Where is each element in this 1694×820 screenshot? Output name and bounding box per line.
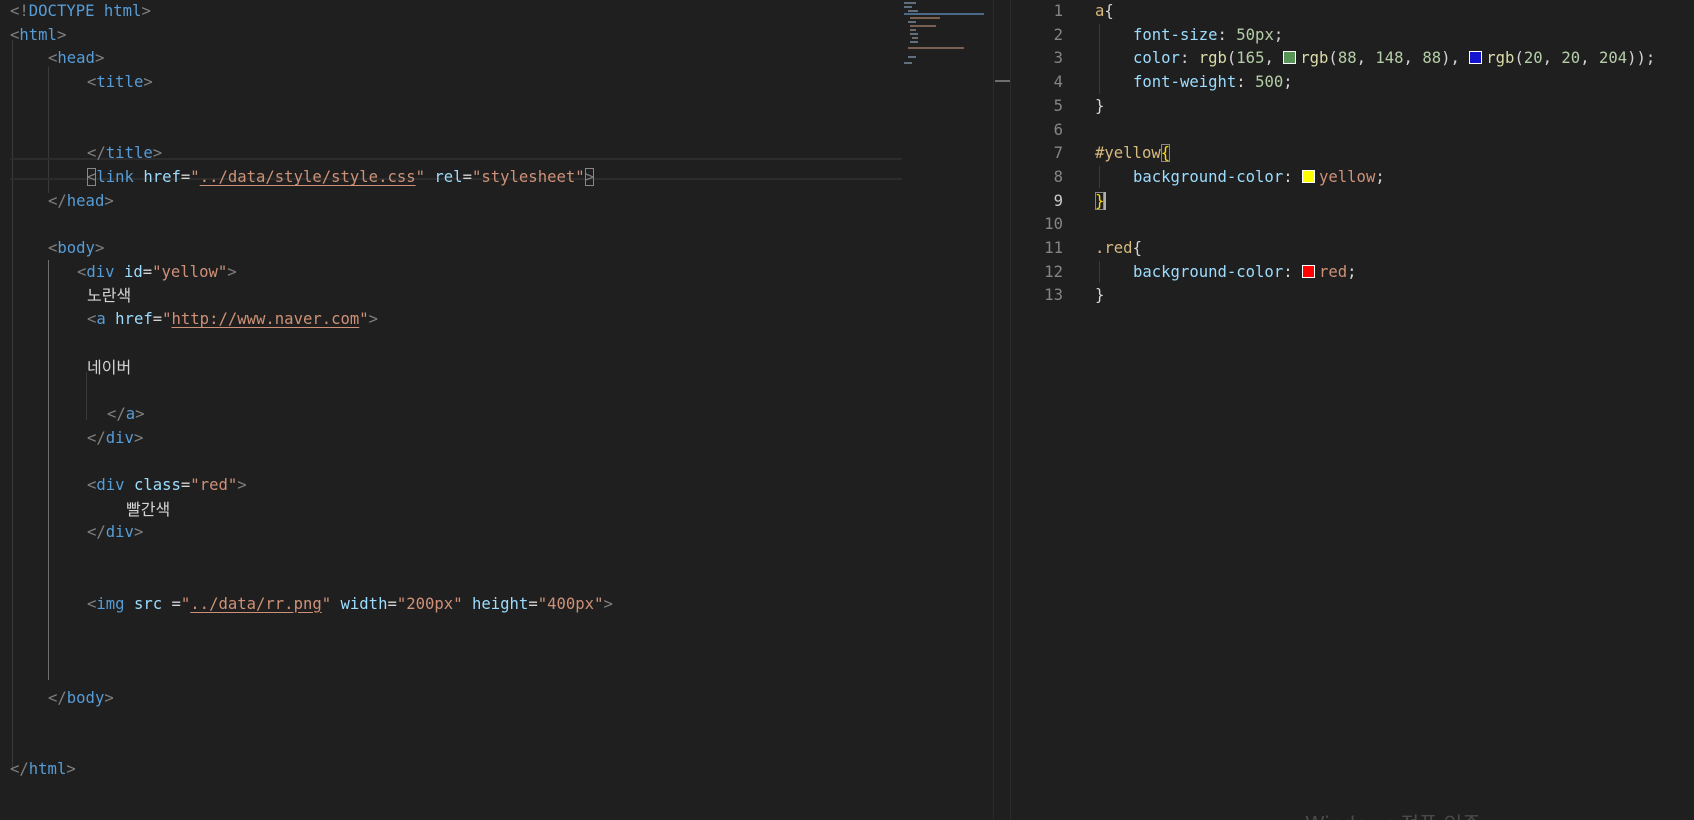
indent-guide — [86, 372, 87, 420]
line-number: 5 — [1053, 96, 1063, 115]
code-line-23[interactable]: </div> — [87, 521, 143, 545]
code-line-4[interactable]: <title> — [87, 71, 153, 95]
line-number: 13 — [1044, 286, 1063, 305]
code-line-19[interactable]: </div> — [87, 427, 143, 451]
code-line-3[interactable]: <head> — [48, 47, 104, 71]
line-number: 3 — [1053, 49, 1063, 68]
css-editor-pane[interactable]: 1 2 3 4 5 6 7 8 9 10 11 12 13 a{ font-si… — [1011, 0, 1694, 820]
code-line-9[interactable]: </head> — [48, 190, 114, 214]
editor-window: <!DOCTYPE html> <html> <head> <title> </… — [0, 0, 1694, 820]
css-line-5[interactable]: } — [1095, 95, 1104, 119]
color-swatch-yellow[interactable] — [1302, 169, 1315, 183]
text-cursor — [1104, 191, 1107, 210]
code-line-21[interactable]: <div class="red"> — [87, 474, 247, 498]
code-line-14[interactable]: <a href="http://www.naver.com"> — [87, 308, 378, 332]
css-line-4[interactable]: font-weight: 500; — [1133, 71, 1293, 95]
windows-activation-watermark: Windows 정품 인증 — [1305, 808, 1481, 820]
line-number: 11 — [1044, 239, 1063, 257]
indent-guide — [1099, 166, 1100, 188]
code-line-13[interactable]: 노란색 — [87, 284, 131, 308]
line-number: 4 — [1053, 73, 1063, 92]
color-swatch-blue[interactable] — [1469, 51, 1483, 65]
css-line-12[interactable]: background-color: red; — [1133, 261, 1357, 285]
css-line-7[interactable]: #yellow{ — [1095, 142, 1171, 166]
css-line-2[interactable]: font-size: 50px; — [1133, 24, 1283, 48]
color-swatch-green[interactable] — [1283, 51, 1297, 65]
code-line-1[interactable]: <!DOCTYPE html> — [10, 0, 151, 24]
indent-guide — [1099, 24, 1100, 94]
code-line-16[interactable]: 네이버 — [87, 356, 131, 380]
minimap[interactable] — [900, 0, 993, 70]
line-number: 10 — [1044, 215, 1063, 234]
line-number: 8 — [1053, 167, 1063, 186]
line-number: 2 — [1053, 25, 1063, 44]
indent-guide-active — [48, 260, 49, 680]
css-line-11[interactable]: .red{ — [1095, 237, 1142, 261]
css-line-1[interactable]: a{ — [1095, 0, 1114, 24]
code-line-7[interactable]: </title> — [87, 142, 162, 166]
code-line-30[interactable]: </body> — [48, 687, 114, 711]
code-line-22[interactable]: 빨간색 — [126, 498, 170, 522]
code-line-8[interactable]: <link href="../data/style/style.css" rel… — [87, 166, 595, 190]
code-line-2[interactable]: <html> — [10, 24, 66, 48]
color-swatch-red[interactable] — [1302, 264, 1315, 278]
line-number: 6 — [1053, 120, 1063, 139]
scrollbar-thumb[interactable] — [995, 80, 1010, 82]
indent-guide — [1099, 261, 1100, 283]
code-line-33[interactable]: </html> — [10, 758, 76, 782]
code-line-26[interactable]: <img src ="../data/rr.png" width="200px"… — [87, 593, 613, 617]
vertical-scrollbar[interactable] — [993, 0, 1010, 820]
css-line-13[interactable]: } — [1095, 284, 1104, 308]
line-number: 12 — [1044, 262, 1063, 281]
css-line-9[interactable]: } — [1095, 190, 1107, 214]
code-line-11[interactable]: <body> — [48, 237, 104, 261]
indent-guide — [12, 40, 13, 770]
line-number: 7 — [1053, 144, 1063, 163]
css-line-8[interactable]: background-color: yellow; — [1133, 166, 1385, 190]
code-line-18[interactable]: </a> — [107, 403, 145, 427]
line-number-active: 9 — [1053, 191, 1063, 210]
code-line-12[interactable]: <div id="yellow"> — [77, 261, 237, 285]
css-line-3[interactable]: color: rgb(165, rgb(88, 148, 88), rgb(20… — [1133, 47, 1655, 71]
line-number: 1 — [1053, 2, 1063, 20]
html-editor-pane[interactable]: <!DOCTYPE html> <html> <head> <title> </… — [0, 0, 993, 820]
